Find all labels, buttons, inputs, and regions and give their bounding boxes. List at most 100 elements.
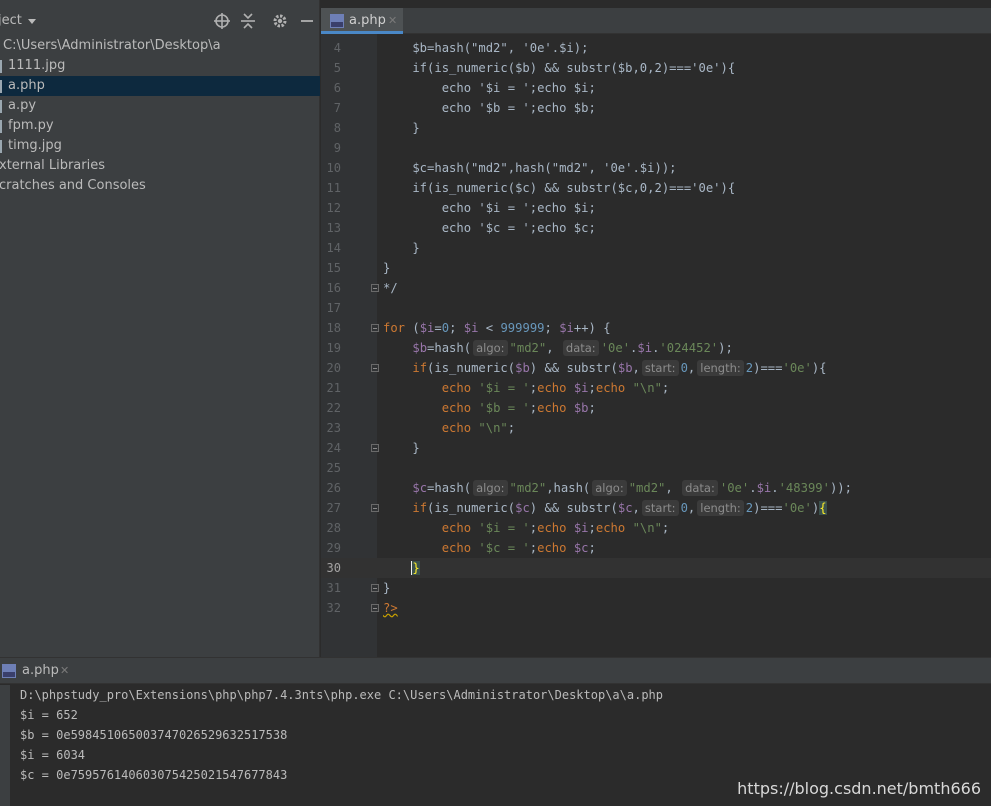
line-number: 28 (326, 521, 341, 535)
code-line[interactable]: 22 echo '$b = ';echo $b; (321, 398, 991, 418)
gear-icon[interactable] (271, 12, 289, 30)
code-line-current[interactable]: 30 } (321, 558, 991, 578)
minimize-icon[interactable] (298, 12, 316, 30)
code-line[interactable]: 21 echo '$i = ';echo $i;echo "\n"; (321, 378, 991, 398)
python-file-icon (0, 120, 2, 133)
code-line[interactable]: 9 (321, 138, 991, 158)
project-view-dropdown[interactable]: ject (0, 13, 22, 28)
code-text: $b=hash(algo: "md2", data: '0e'.$i.'024452… (412, 340, 733, 356)
code-text: if(is_numeric($b) && substr($b,0,2)==='0… (383, 61, 736, 75)
scratches-item[interactable]: cratches and Consoles (0, 176, 320, 196)
code-line[interactable]: 4 $b=hash("md2", '0e'.$i); (321, 38, 991, 58)
collapse-all-icon[interactable] (239, 12, 257, 30)
code-line[interactable]: 13 echo '$c = ';echo $c; (321, 218, 991, 238)
file-item-fpm-py[interactable]: fpm.py (0, 116, 320, 136)
code-line[interactable]: 27 if(is_numeric($c) && substr($c, start:… (321, 498, 991, 518)
code-line[interactable]: 5 if(is_numeric($b) && substr($b,0,2)===… (321, 58, 991, 78)
fold-marker-icon[interactable] (371, 364, 379, 372)
code-text: } (383, 441, 420, 455)
code-text: echo '$i = ';echo $i;echo "\n"; (441, 521, 670, 535)
code-line[interactable]: 32 ?> (321, 598, 991, 618)
image-file-icon (0, 140, 2, 153)
code-line[interactable]: 17 (321, 298, 991, 318)
close-icon[interactable]: ✕ (60, 664, 69, 677)
line-number: 12 (326, 201, 341, 215)
code-line[interactable]: 23 echo "\n"; (321, 418, 991, 438)
line-number: 25 (326, 461, 341, 475)
line-number: 5 (333, 61, 341, 75)
code-line[interactable]: 15 } (321, 258, 991, 278)
code-line[interactable]: 10 $c=hash("md2",hash("md2", '0e'.$i)); (321, 158, 991, 178)
code-text: echo '$b = ';echo $b; (441, 401, 596, 415)
code-text: for ($i=0; $i < 999999; $i++) { (383, 321, 611, 335)
code-line[interactable]: 8 } (321, 118, 991, 138)
file-item-1111-jpg[interactable]: 1111.jpg (0, 56, 320, 76)
param-hint: start: (641, 360, 679, 376)
fold-marker-icon[interactable] (371, 284, 379, 292)
external-libraries-item[interactable]: xternal Libraries (0, 156, 320, 176)
line-number: 29 (326, 541, 341, 555)
fold-marker-icon[interactable] (371, 604, 379, 612)
code-text: echo '$c = ';echo $c; (383, 221, 596, 235)
run-tab-a-php[interactable]: a.php (22, 663, 59, 678)
code-line[interactable]: 14 } (321, 238, 991, 258)
code-text: } (383, 261, 391, 275)
project-toolbar: ject (0, 8, 320, 34)
code-line[interactable]: 26 $c=hash(algo: "md2",hash(algo: "md2", d… (321, 478, 991, 498)
chevron-down-icon[interactable] (28, 19, 36, 24)
code-line[interactable]: 28 echo '$i = ';echo $i;echo "\n"; (321, 518, 991, 538)
code-line[interactable]: 12 echo '$i = ';echo $i; (321, 198, 991, 218)
line-number: 16 (326, 281, 341, 295)
file-name: a.py (8, 98, 37, 113)
code-line[interactable]: 24 } (321, 438, 991, 458)
code-line[interactable]: 31 } (321, 578, 991, 598)
code-area[interactable]: 4 $b=hash("md2", '0e'.$i); 5 if(is_numer… (321, 34, 991, 634)
console-output-line: $c = 0e759576140603075425021547677843 (20, 768, 288, 782)
code-line[interactable]: 11 if(is_numeric($c) && substr($c,0,2)==… (321, 178, 991, 198)
fold-marker-icon[interactable] (371, 444, 379, 452)
line-number: 30 (326, 561, 341, 575)
fold-marker-icon[interactable] (371, 324, 379, 332)
code-text: echo '$i = ';echo $i;echo "\n"; (441, 381, 670, 395)
line-number: 13 (326, 221, 341, 235)
code-line[interactable]: 7 echo '$b = ';echo $b; (321, 98, 991, 118)
console-output-line: $b = 0e598451065003747026529632517538 (20, 728, 288, 742)
file-name: a.php (8, 78, 45, 93)
code-line[interactable]: 29 echo '$c = ';echo $c; (321, 538, 991, 558)
watermark: https://blog.csdn.net/bmth666 (737, 779, 981, 798)
code-line[interactable]: 6 echo '$i = ';echo $i; (321, 78, 991, 98)
code-line[interactable]: 25 (321, 458, 991, 478)
line-number: 8 (333, 121, 341, 135)
scratches-label: cratches and Consoles (0, 178, 146, 193)
code-line[interactable]: 18 for ($i=0; $i < 999999; $i++) { (321, 318, 991, 338)
code-line[interactable]: 19 $b=hash(algo: "md2", data: '0e'.$i.'024… (321, 338, 991, 358)
line-number: 6 (333, 81, 341, 95)
fold-marker-icon[interactable] (371, 584, 379, 592)
tab-a-php[interactable]: a.php ✕ (321, 8, 403, 34)
file-name: 1111.jpg (8, 58, 66, 73)
code-line[interactable]: 16 */ (321, 278, 991, 298)
external-libraries-label: xternal Libraries (0, 158, 105, 173)
code-editor[interactable]: 4 $b=hash("md2", '0e'.$i); 5 if(is_numer… (321, 34, 991, 657)
fold-marker-icon[interactable] (371, 504, 379, 512)
line-number: 10 (326, 161, 341, 175)
param-hint: algo: (473, 480, 508, 496)
code-text: echo '$i = ';echo $i; (383, 201, 596, 215)
project-root-path[interactable]: C:\Users\Administrator\Desktop\a (0, 36, 320, 56)
file-item-timg-jpg[interactable]: timg.jpg (0, 136, 320, 156)
line-number: 18 (326, 321, 341, 335)
php-file-icon (0, 80, 2, 93)
file-item-a-php[interactable]: a.php (0, 76, 320, 96)
code-text: echo '$i = ';echo $i; (383, 81, 596, 95)
close-icon[interactable]: ✕ (388, 14, 397, 27)
run-tab-bar: a.php ✕ (0, 658, 991, 684)
crosshair-icon[interactable] (213, 12, 231, 30)
code-line[interactable]: 20 if(is_numeric($b) && substr($b, start:… (321, 358, 991, 378)
code-text: } (383, 121, 420, 135)
code-text: $c=hash("md2",hash("md2", '0e'.$i)); (383, 161, 677, 175)
file-item-a-py[interactable]: a.py (0, 96, 320, 116)
line-number: 24 (326, 441, 341, 455)
project-root-label: C:\Users\Administrator\Desktop\a (3, 38, 221, 53)
line-number: 26 (326, 481, 341, 495)
line-number: 31 (326, 581, 341, 595)
